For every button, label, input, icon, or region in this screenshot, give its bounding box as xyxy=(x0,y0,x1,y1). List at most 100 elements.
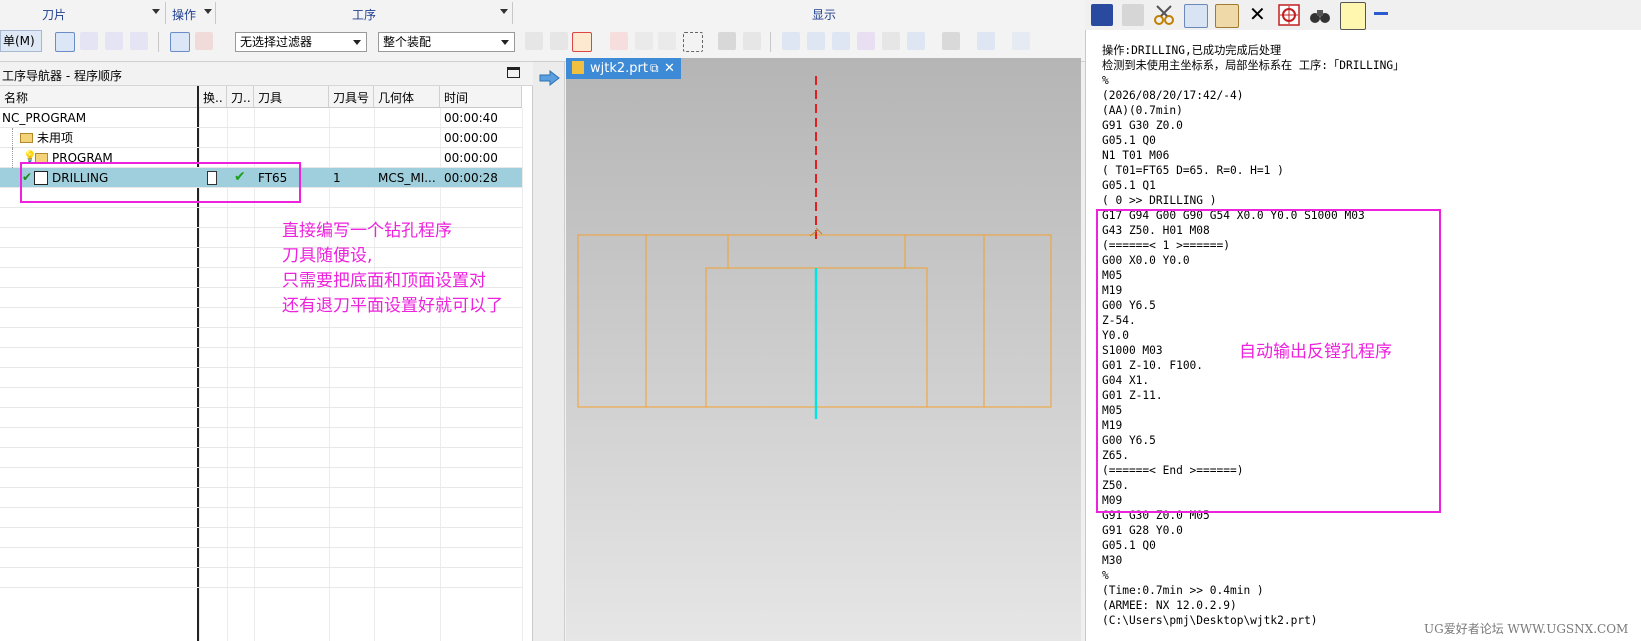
folder-icon xyxy=(20,133,33,143)
machine-tool-view-icon[interactable] xyxy=(80,32,98,50)
selection-tool-icon[interactable] xyxy=(170,32,190,52)
menu-button[interactable]: 单(M) xyxy=(0,30,42,52)
table-row[interactable]: NC_PROGRAM 00:00:40 xyxy=(0,108,522,128)
filter-tool-icon[interactable] xyxy=(195,32,213,50)
listing-line: 检测到未使用主坐标系，局部坐标系在 工序:「DRILLING」 xyxy=(1102,59,1405,72)
print-icon[interactable] xyxy=(1122,4,1144,26)
wrap-text-icon[interactable] xyxy=(1340,2,1366,30)
tab-pin-icon[interactable]: ⧉ xyxy=(650,58,659,79)
table-row-empty xyxy=(0,428,522,448)
find-target-icon[interactable] xyxy=(1278,4,1300,26)
row-time: 00:00:00 xyxy=(444,131,498,145)
chevron-down-icon[interactable] xyxy=(500,9,508,14)
method-view-icon[interactable] xyxy=(130,32,148,50)
snap-disabled-icon[interactable] xyxy=(550,32,568,50)
maximize-icon[interactable] xyxy=(507,67,520,78)
filter-select[interactable]: 无选择过滤器 xyxy=(235,32,367,52)
arrow-right-icon[interactable] xyxy=(539,69,561,87)
orient-view-icon[interactable] xyxy=(907,32,925,50)
table-row-empty xyxy=(0,508,522,528)
end-point-icon[interactable] xyxy=(610,32,628,50)
fit-view-icon[interactable] xyxy=(782,32,800,50)
row-name: NC_PROGRAM xyxy=(2,111,87,125)
group-label-display[interactable]: 显示 xyxy=(812,6,836,23)
paste-icon[interactable] xyxy=(1215,4,1239,28)
assembly-scope-select[interactable]: 整个装配 xyxy=(378,32,515,52)
graphics-viewport[interactable] xyxy=(566,58,1081,641)
annotation-left-note: 直接编写一个钻孔程序 刀具随便设, 只需要把底面和顶面设置对 还有退刀平面设置好… xyxy=(282,219,503,319)
zoom-icon[interactable] xyxy=(807,32,825,50)
annotation-line: 只需要把底面和顶面设置对 xyxy=(282,271,486,291)
listing-line: ( 0 >> DRILLING ) xyxy=(1102,194,1217,207)
part-drawing xyxy=(577,76,1052,419)
counterbore-outline xyxy=(727,234,906,269)
group-label-operation[interactable]: 操作 xyxy=(172,6,196,23)
shaded-view-icon[interactable] xyxy=(718,32,736,50)
annotation-line: 还有退刀平面设置好就可以了 xyxy=(282,296,503,316)
annotation-right-note: 自动输出反镗孔程序 xyxy=(1239,342,1392,362)
part-file-icon xyxy=(572,61,584,74)
chevron-down-icon xyxy=(501,40,509,45)
divider xyxy=(215,2,216,24)
table-row-empty xyxy=(0,488,522,508)
mid-point-icon[interactable] xyxy=(635,32,653,50)
copy-icon[interactable] xyxy=(1184,4,1208,28)
render-style-icon[interactable] xyxy=(942,32,960,50)
rotate-icon[interactable] xyxy=(832,32,850,50)
delete-x-icon[interactable]: ✕ xyxy=(1249,2,1266,26)
column-header-tool[interactable]: 刀具 xyxy=(254,86,329,108)
divider xyxy=(522,108,523,641)
resource-bar xyxy=(533,62,565,641)
table-row[interactable]: 未用项 00:00:00 xyxy=(0,128,522,148)
minimize-icon[interactable] xyxy=(1374,12,1388,15)
geometry-view-icon[interactable] xyxy=(105,32,123,50)
work-coordinate-icon[interactable] xyxy=(977,32,995,50)
snap-disabled-icon[interactable] xyxy=(525,32,543,50)
chevron-down-icon[interactable] xyxy=(152,9,160,14)
cut-icon[interactable] xyxy=(1153,4,1175,26)
column-header-path[interactable]: 刀.. xyxy=(227,86,254,108)
group-label-process[interactable]: 工序 xyxy=(352,6,376,23)
chevron-down-icon xyxy=(353,40,361,45)
listing-line: ( T01=FT65 D=65. R=0. H=1 ) xyxy=(1102,164,1284,177)
column-header-tool-number[interactable]: 刀具号 xyxy=(329,86,374,108)
assembly-scope-value: 整个装配 xyxy=(383,35,432,49)
point-snap-icon[interactable] xyxy=(572,32,592,52)
listing-line: 操作:DRILLING,已成功完成后处理 xyxy=(1102,44,1282,57)
group-label-insert[interactable]: 刀片 xyxy=(42,6,66,23)
table-row-empty xyxy=(0,548,522,568)
save-icon[interactable] xyxy=(1091,4,1113,26)
listing-line: G91 G30 Z0.0 xyxy=(1102,119,1183,132)
column-header-time[interactable]: 时间 xyxy=(440,86,522,108)
listing-line: G05.1 Q0 xyxy=(1102,134,1156,147)
menu-button-label: 单(M) xyxy=(3,34,35,48)
binoculars-icon[interactable] xyxy=(1309,4,1331,26)
wireframe-view-icon[interactable] xyxy=(743,32,761,50)
layer-icon[interactable] xyxy=(882,32,900,50)
column-header-name[interactable]: 名称 xyxy=(0,86,199,108)
column-header-toolchange[interactable]: 换.. xyxy=(199,86,227,108)
navigator-title: 工序导航器 - 程序顺序 xyxy=(2,69,122,83)
chevron-down-icon[interactable] xyxy=(204,9,212,14)
listing-line: (2026/08/20/17:42/-4) xyxy=(1102,89,1244,102)
listing-line: % xyxy=(1102,74,1109,87)
section-view-icon[interactable] xyxy=(1012,32,1030,50)
divider xyxy=(165,2,166,24)
table-row-empty xyxy=(0,388,522,408)
listing-line: G05.1 Q0 xyxy=(1102,539,1156,552)
program-order-view-icon[interactable] xyxy=(55,32,75,52)
column-header-geometry[interactable]: 几何体 xyxy=(374,86,440,108)
tree-line xyxy=(12,148,13,168)
listing-line: N1 T01 M06 xyxy=(1102,149,1170,162)
center-point-icon[interactable] xyxy=(658,32,676,50)
box-select-icon[interactable] xyxy=(683,32,703,52)
listing-line: (AA)(0.7min) xyxy=(1102,104,1183,117)
ribbon-toolbar: 刀片 操作 工序 显示 单(M) 无选择过滤器 整个装配 xyxy=(0,0,1085,62)
divider xyxy=(770,32,771,52)
tab-part-file[interactable]: wjtk2.prt ⧉ ✕ xyxy=(566,58,681,79)
table-row-empty xyxy=(0,448,522,468)
divider xyxy=(512,2,513,24)
pan-icon[interactable] xyxy=(857,32,875,50)
row-name: 未用项 xyxy=(37,131,74,145)
close-icon[interactable]: ✕ xyxy=(664,58,675,79)
